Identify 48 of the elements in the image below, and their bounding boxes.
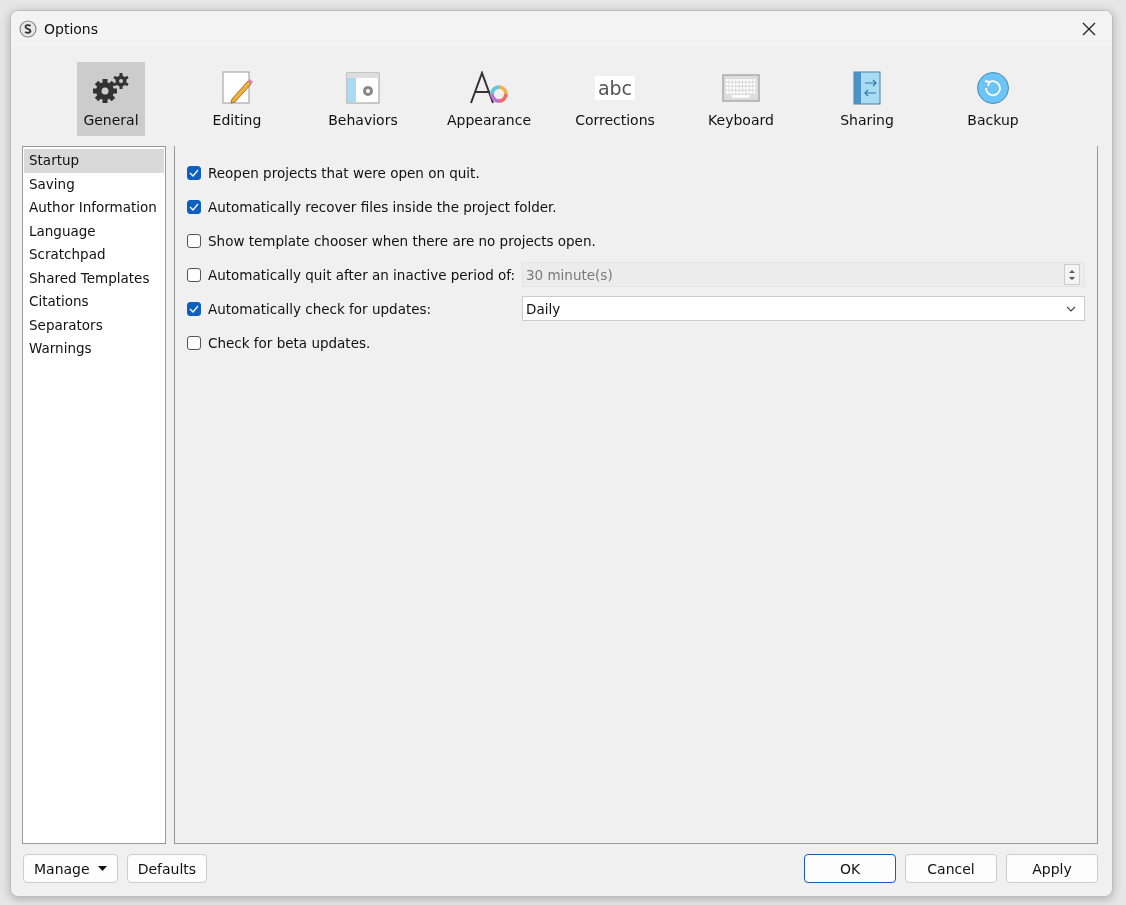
sidebar-item[interactable]: Startup xyxy=(24,149,164,173)
button[interactable]: Cancel xyxy=(905,854,997,883)
checkbox[interactable] xyxy=(187,301,201,316)
checkbox[interactable] xyxy=(187,165,201,180)
spelling-icon: abc xyxy=(594,76,636,100)
option-label: Automatically recover files inside the project folder. xyxy=(208,198,557,215)
checkbox[interactable] xyxy=(187,233,201,248)
sync-binder-icon xyxy=(853,71,881,105)
window-title: Options xyxy=(44,21,100,37)
sidebar-item[interactable]: Scratchpad xyxy=(24,243,164,267)
chevron-down-icon xyxy=(1066,305,1076,312)
option-label: Automatically check for updates: xyxy=(208,300,432,317)
sidebar-item[interactable]: Citations xyxy=(24,290,164,314)
checkbox[interactable] xyxy=(187,199,201,214)
toolbar-tab[interactable]: Behaviors xyxy=(324,62,402,136)
button[interactable]: OK xyxy=(804,854,896,883)
menu-button[interactable]: Manage xyxy=(23,854,118,883)
checkbox[interactable] xyxy=(187,335,201,350)
caret-icon xyxy=(97,866,107,871)
app-logo-icon xyxy=(19,20,37,38)
toolbar-tab[interactable]: General xyxy=(77,62,145,136)
option-label: Check for beta updates. xyxy=(208,334,371,351)
toolbar-tab[interactable]: abc Corrections xyxy=(571,62,659,136)
close-icon xyxy=(1082,22,1096,36)
sidebar-item[interactable]: Shared Templates xyxy=(24,266,164,290)
button[interactable]: Defaults xyxy=(126,854,208,883)
sidebar-item[interactable]: Author Information xyxy=(24,196,164,220)
spin-arrows-icon xyxy=(1068,267,1076,282)
toolbar-tab[interactable]: Sharing xyxy=(836,62,898,136)
dropdown-field[interactable]: Daily xyxy=(522,296,1085,321)
toolbar-tab[interactable]: Appearance xyxy=(442,62,536,136)
toolbar-tab[interactable]: Backup xyxy=(963,62,1023,136)
toolbar-tab[interactable]: Keyboard xyxy=(704,62,778,136)
button[interactable]: Apply xyxy=(1006,854,1098,883)
gears-icon xyxy=(91,72,131,104)
letter-color-wheel-icon xyxy=(469,71,509,105)
sidebar-item[interactable]: Separators xyxy=(24,313,164,337)
toolbar-tab[interactable]: Editing xyxy=(208,62,266,136)
option-label: Show template chooser when there are no projects open. xyxy=(208,232,596,249)
keyboard-icon xyxy=(722,74,760,102)
option-label: Automatically quit after an inactive period of: xyxy=(208,266,516,283)
option-label: Reopen projects that were open on quit. xyxy=(208,164,480,181)
sidebar-item[interactable]: Warnings xyxy=(24,337,164,361)
window-gear-icon xyxy=(346,72,380,104)
sidebar-item[interactable]: Saving xyxy=(24,172,164,196)
sidebar-item[interactable]: Language xyxy=(24,219,164,243)
restore-circle-icon xyxy=(976,71,1010,105)
pencil-notepad-icon xyxy=(221,71,253,105)
